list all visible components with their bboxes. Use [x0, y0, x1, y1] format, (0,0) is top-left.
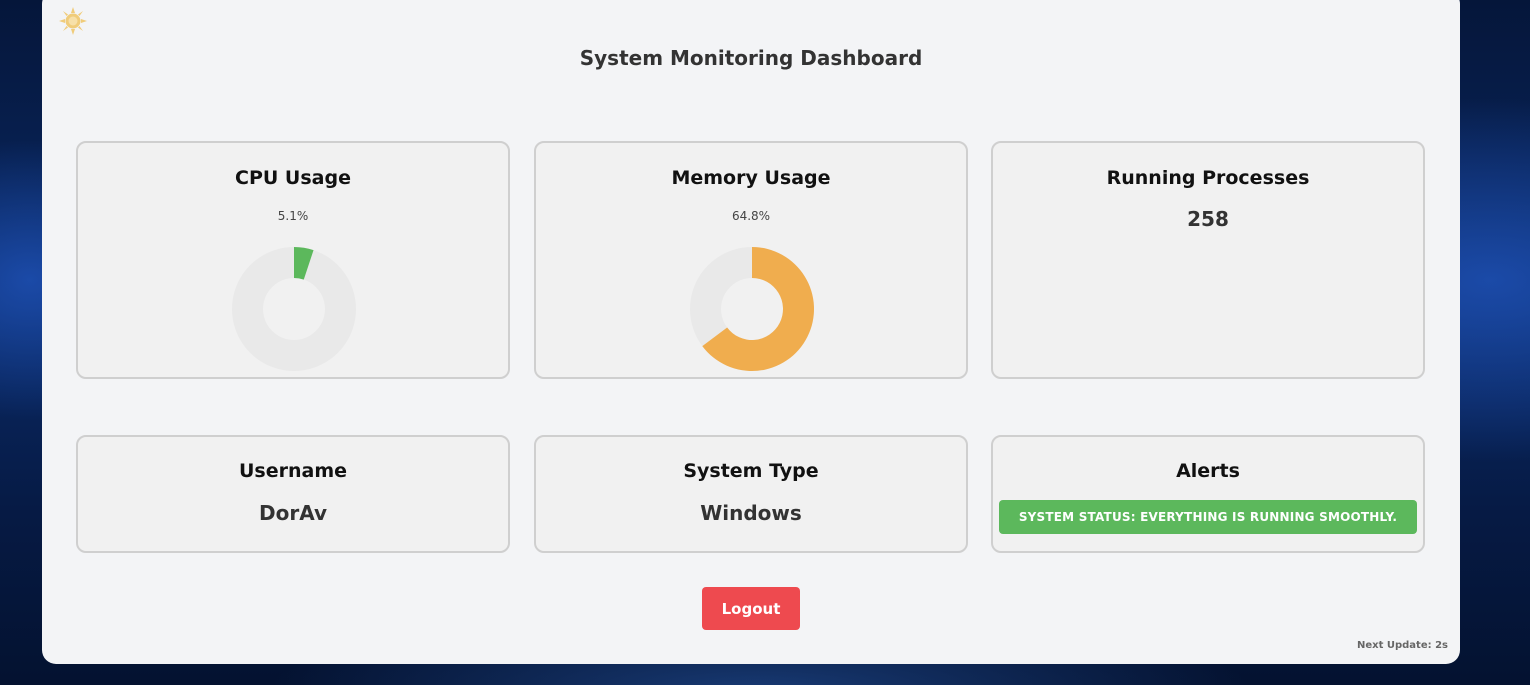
cpu-usage-title: CPU Usage	[235, 167, 351, 189]
running-processes-card: Running Processes 258	[991, 141, 1425, 379]
memory-usage-donut	[690, 247, 814, 371]
cpu-usage-card: CPU Usage 5.1%	[76, 141, 510, 379]
alerts-card: Alerts System Status: Everything is runn…	[991, 435, 1425, 553]
memory-usage-card: Memory Usage 64.8%	[534, 141, 968, 379]
page-title: System Monitoring Dashboard	[579, 46, 923, 70]
system-type-title: System Type	[683, 460, 819, 482]
sun-icon[interactable]	[58, 6, 88, 36]
system-status-alert: System Status: Everything is running smo…	[999, 500, 1417, 534]
next-update-timer: Next Update: 2s	[1356, 640, 1448, 651]
cpu-usage-donut	[232, 247, 356, 371]
alerts-title: Alerts	[1176, 460, 1240, 482]
running-processes-count: 258	[1187, 207, 1229, 231]
memory-usage-title: Memory Usage	[671, 167, 831, 189]
username-title: Username	[238, 460, 348, 482]
username-card: Username DorAv	[76, 435, 510, 553]
system-type-value: Windows	[700, 501, 802, 525]
cpu-usage-percent: 5.1%	[277, 209, 309, 223]
system-type-card: System Type Windows	[534, 435, 968, 553]
running-processes-title: Running Processes	[1106, 167, 1310, 189]
logout-button[interactable]: Logout	[702, 587, 800, 630]
username-value: DorAv	[258, 501, 327, 525]
memory-usage-percent: 64.8%	[731, 209, 771, 223]
